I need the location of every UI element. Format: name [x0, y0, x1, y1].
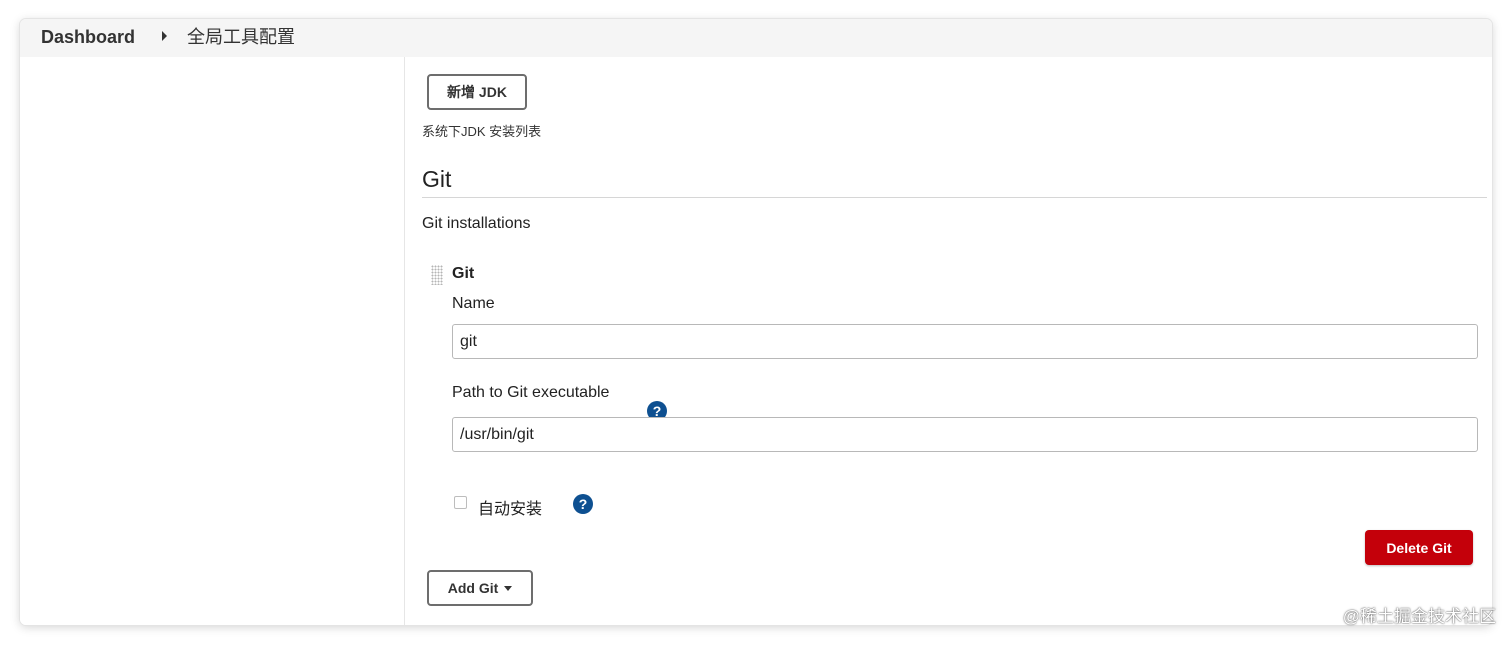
breadcrumb-current-page: 全局工具配置	[187, 27, 295, 47]
caret-down-icon	[504, 585, 513, 591]
add-jdk-button[interactable]: 新增 JDK	[427, 74, 527, 110]
path-label: Path to Git executable	[452, 384, 610, 401]
add-git-label: Add Git	[447, 580, 499, 596]
add-git-button[interactable]: Add Git	[427, 570, 533, 606]
section-divider	[422, 197, 1487, 198]
drag-handle-icon[interactable]	[431, 265, 443, 285]
main-content: 新增 JDK 系统下JDK 安装列表 Git Git installations…	[405, 57, 1492, 625]
app-window: Dashboard 全局工具配置 新增 JDK 系统下JDK 安装列表 Git …	[20, 19, 1492, 625]
git-installations-label: Git installations	[422, 215, 531, 232]
name-label: Name	[452, 295, 495, 312]
git-path-input[interactable]	[452, 417, 1478, 452]
sidebar	[20, 57, 405, 625]
git-section-title: Git	[422, 166, 452, 192]
auto-install-help-icon[interactable]: ?	[573, 494, 593, 514]
auto-install-checkbox[interactable]	[454, 496, 467, 509]
git-name-input[interactable]	[452, 324, 1478, 359]
watermark: @稀土掘金技术社区	[1342, 607, 1496, 626]
git-item-title: Git	[452, 265, 475, 282]
breadcrumb: Dashboard 全局工具配置	[20, 19, 1492, 57]
delete-git-button[interactable]: Delete Git	[1365, 530, 1473, 565]
jdk-installations-description: 系统下JDK 安装列表	[422, 124, 542, 139]
breadcrumb-chevron-right-icon[interactable]	[162, 31, 167, 41]
auto-install-label: 自动安装	[478, 501, 543, 518]
breadcrumb-dashboard-link[interactable]: Dashboard	[41, 27, 135, 47]
